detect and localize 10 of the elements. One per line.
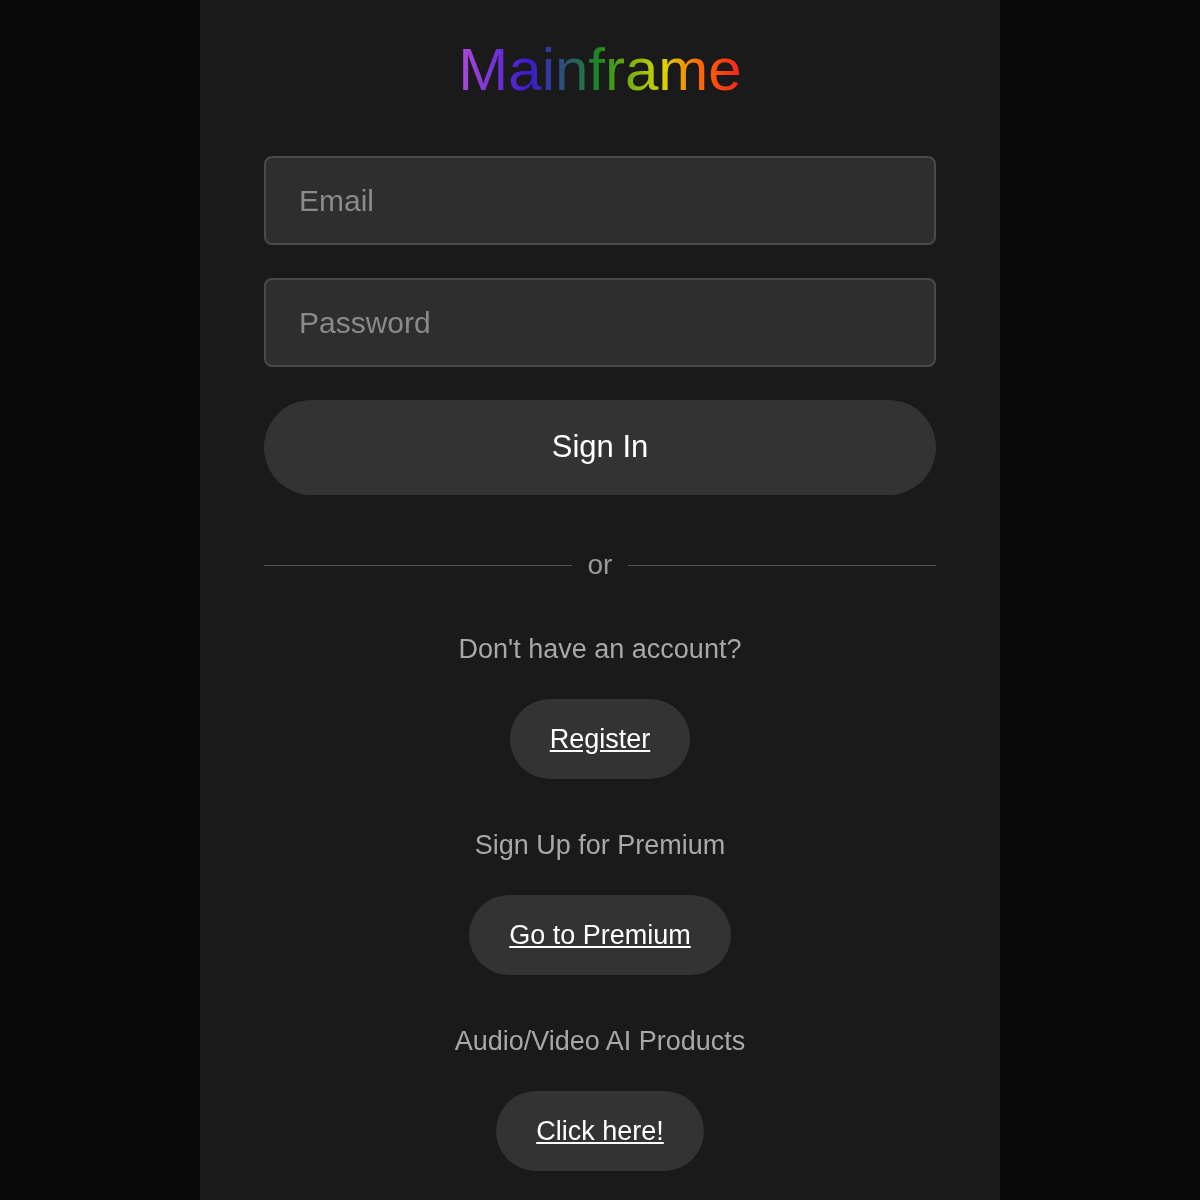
sign-in-button[interactable]: Sign In [264,400,936,495]
prompt-text: Audio/Video AI Products [454,1025,746,1057]
link-button[interactable]: Register [509,699,691,779]
prompt-text: Sign Up for Premium [474,829,726,861]
prompt-text: Don't have an account? [458,633,742,665]
input-field[interactable]: Email [264,156,936,245]
link-button[interactable]: Go to Premium [469,895,731,975]
link-button[interactable]: Click here! [496,1091,704,1171]
divider-text: or [587,548,613,582]
input-field[interactable]: Password [264,278,936,367]
